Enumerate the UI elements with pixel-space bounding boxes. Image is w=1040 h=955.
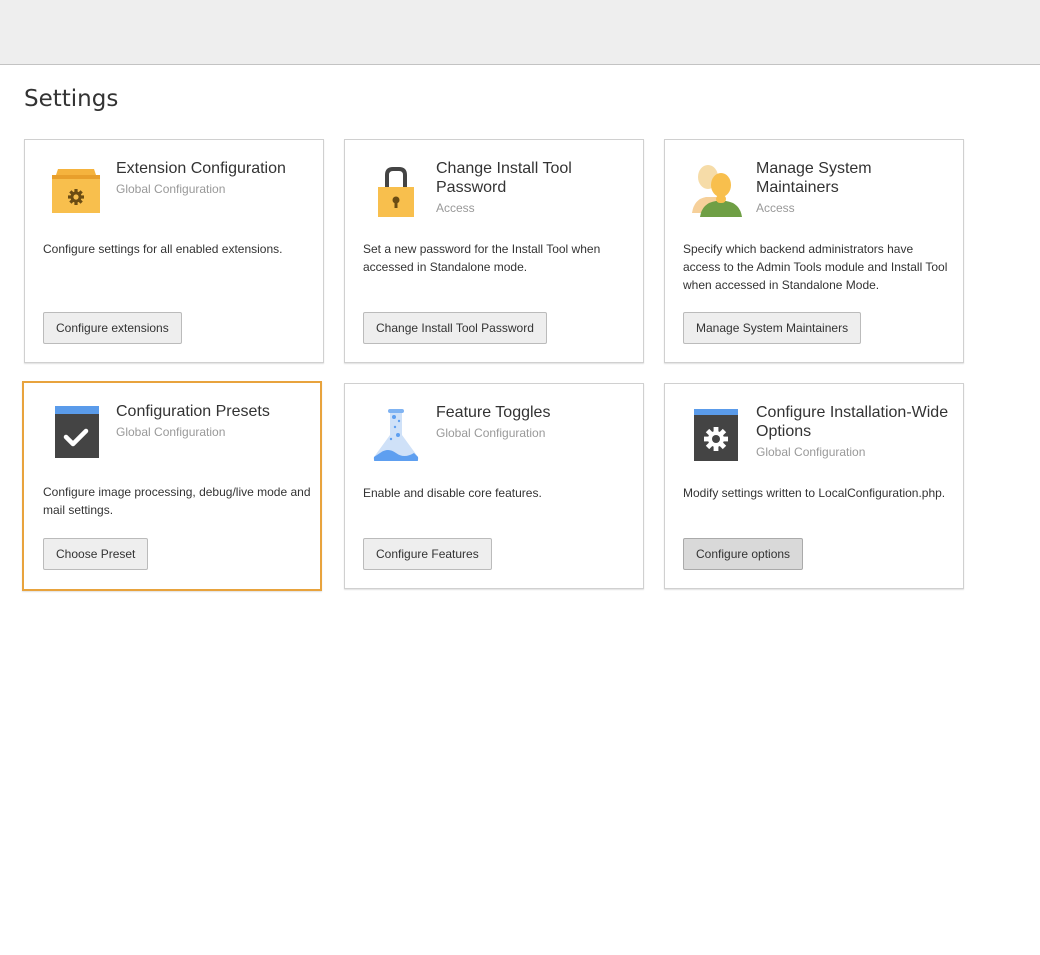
card-description: Configure settings for all enabled exten… xyxy=(43,242,283,256)
card-subtitle: Access xyxy=(756,201,795,215)
card-extension-configuration: Extension Configuration Global Configura… xyxy=(24,139,324,363)
lock-icon xyxy=(370,165,422,217)
configure-extensions-button[interactable]: Configure extensions xyxy=(43,312,182,344)
configure-options-button[interactable]: Configure options xyxy=(683,538,804,570)
card-subtitle: Global Configuration xyxy=(116,425,226,439)
card-title: Manage System Maintainers Access xyxy=(756,159,951,216)
card-title: Change Install Tool Password Access xyxy=(436,159,631,216)
card-configure-installation-wide-options: Configure Installation-Wide Options Glob… xyxy=(664,383,964,589)
document-check-icon xyxy=(49,406,101,458)
card-subtitle: Global Configuration xyxy=(116,182,226,196)
choose-preset-button[interactable]: Choose Preset xyxy=(43,538,149,570)
card-title: Configuration Presets Global Configurati… xyxy=(116,402,311,440)
card-feature-toggles: Feature Toggles Global Configuration Ena… xyxy=(344,383,644,589)
package-gear-icon xyxy=(50,165,102,217)
card-title: Extension Configuration Global Configura… xyxy=(116,159,311,197)
top-toolbar xyxy=(0,0,1040,65)
card-subtitle: Access xyxy=(436,201,475,215)
card-title: Configure Installation-Wide Options Glob… xyxy=(756,403,951,460)
users-icon xyxy=(690,165,742,217)
card-change-install-tool-password: Change Install Tool Password Access Set … xyxy=(344,139,644,363)
card-description: Specify which backend administrators hav… xyxy=(683,242,948,292)
card-description: Modify settings written to LocalConfigur… xyxy=(683,486,946,500)
configure-features-button[interactable]: Configure Features xyxy=(363,538,492,570)
card-title-text: Manage System Maintainers xyxy=(756,160,872,196)
card-title-text: Feature Toggles xyxy=(436,404,551,421)
card-subtitle: Global Configuration xyxy=(436,426,546,440)
card-title-text: Configure Installation-Wide Options xyxy=(756,404,949,440)
card-title-text: Extension Configuration xyxy=(116,160,286,177)
card-description: Configure image processing, debug/live m… xyxy=(43,485,311,517)
card-description: Enable and disable core features. xyxy=(363,486,542,500)
card-title-text: Configuration Presets xyxy=(116,403,270,420)
page-title: Settings xyxy=(24,86,119,112)
card-subtitle: Global Configuration xyxy=(756,445,866,459)
card-title: Feature Toggles Global Configuration xyxy=(436,403,631,441)
document-gear-icon xyxy=(690,409,742,461)
card-configuration-presets: Configuration Presets Global Configurati… xyxy=(22,381,322,591)
card-title-text: Change Install Tool Password xyxy=(436,160,572,196)
manage-system-maintainers-button[interactable]: Manage System Maintainers xyxy=(683,312,862,344)
card-description: Set a new password for the Install Tool … xyxy=(363,242,601,274)
flask-icon xyxy=(370,409,422,461)
change-install-tool-password-button[interactable]: Change Install Tool Password xyxy=(363,312,547,344)
card-manage-system-maintainers: Manage System Maintainers Access Specify… xyxy=(664,139,964,363)
